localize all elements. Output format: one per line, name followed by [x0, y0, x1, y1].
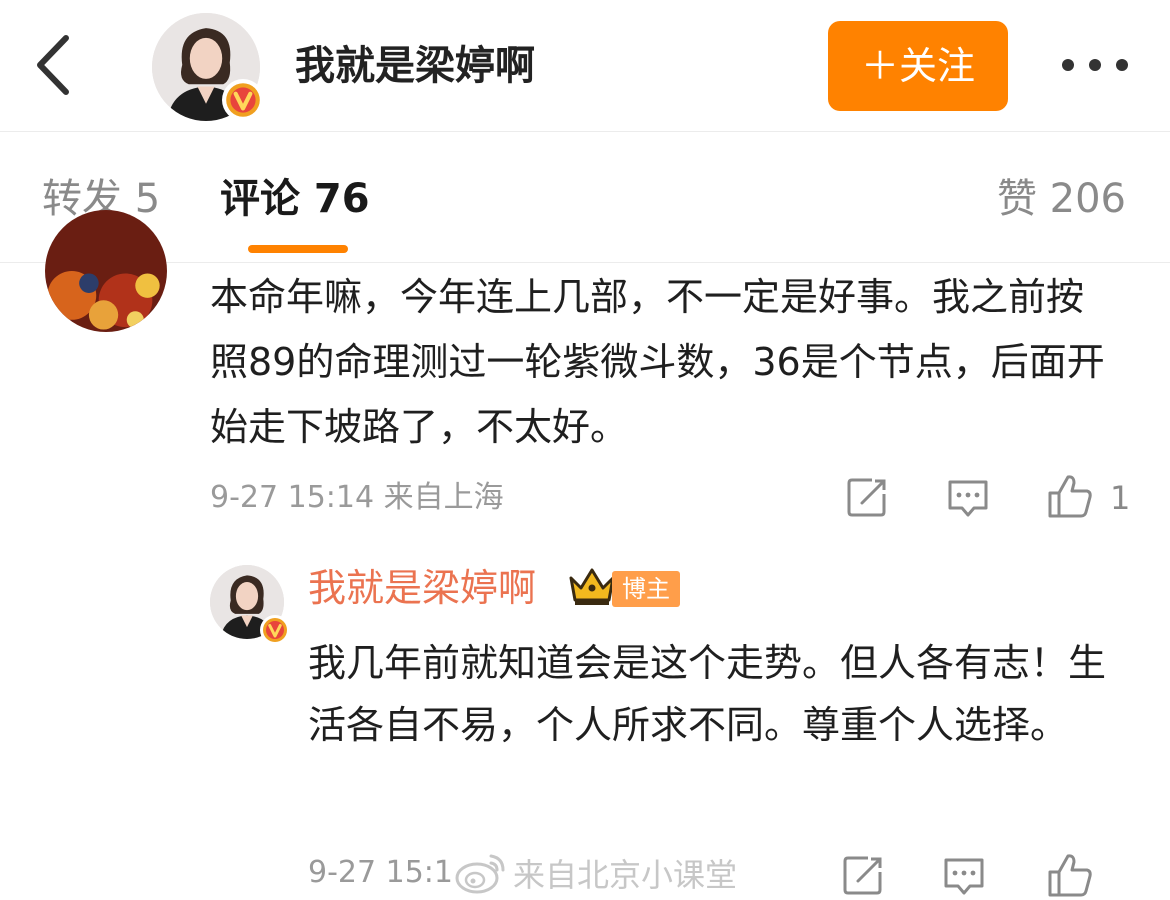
- weibo-logo-icon: [453, 850, 507, 896]
- thumbs-up-icon[interactable]: [1046, 473, 1094, 519]
- verified-v-icon: [260, 615, 290, 645]
- tab-comments[interactable]: 评论 76: [220, 173, 370, 225]
- weibo-comment-page: 我就是梁婷啊 ＋关注 转发 5 评论 76 赞 206 本命年嘛，今年连上几部，…: [0, 0, 1170, 900]
- active-tab-indicator: [248, 245, 348, 253]
- author-avatar[interactable]: [152, 13, 264, 121]
- reply-author-avatar[interactable]: [210, 565, 290, 645]
- comment-like-count: 1: [1110, 479, 1131, 517]
- verified-v-icon: [222, 79, 264, 121]
- edit-icon[interactable]: [846, 476, 888, 518]
- tab-bar: 转发 5 评论 76 赞 206: [0, 133, 1170, 263]
- back-button[interactable]: [30, 30, 80, 100]
- comment-icon[interactable]: [942, 856, 986, 898]
- chevron-left-icon: [37, 35, 69, 95]
- follow-button[interactable]: ＋关注: [828, 21, 1008, 111]
- watermark-text: 来自北京小课堂: [513, 856, 738, 894]
- more-button[interactable]: [1060, 50, 1130, 80]
- crown-icon: [567, 564, 617, 608]
- blogger-badge: 博主: [612, 571, 680, 607]
- comment-meta: 9-27 15:14 来自上海: [210, 480, 504, 515]
- tab-likes[interactable]: 赞 206: [997, 173, 1126, 225]
- commenter-avatar[interactable]: [45, 210, 167, 332]
- edit-icon[interactable]: [842, 854, 884, 896]
- more-horizontal-icon: [1062, 59, 1128, 71]
- reply-author-name[interactable]: 我就是梁婷啊: [308, 562, 536, 614]
- comment-icon[interactable]: [946, 478, 990, 520]
- comment-text: 本命年嘛，今年连上几部，不一定是好事。我之前按照89的命理测过一轮紫微斗数，36…: [210, 275, 1105, 449]
- weibo-watermark: 来自北京小课堂: [453, 848, 737, 898]
- header-title[interactable]: 我就是梁婷啊: [295, 40, 535, 92]
- thumbs-up-icon[interactable]: [1046, 852, 1094, 898]
- reply-meta: 9-27 15:1: [308, 855, 453, 890]
- reply-text: 我几年前就知道会是这个走势。但人各有志！生活各自不易，个人所求不同。尊重个人选择…: [308, 641, 1107, 747]
- top-bar: 我就是梁婷啊 ＋关注: [0, 0, 1170, 132]
